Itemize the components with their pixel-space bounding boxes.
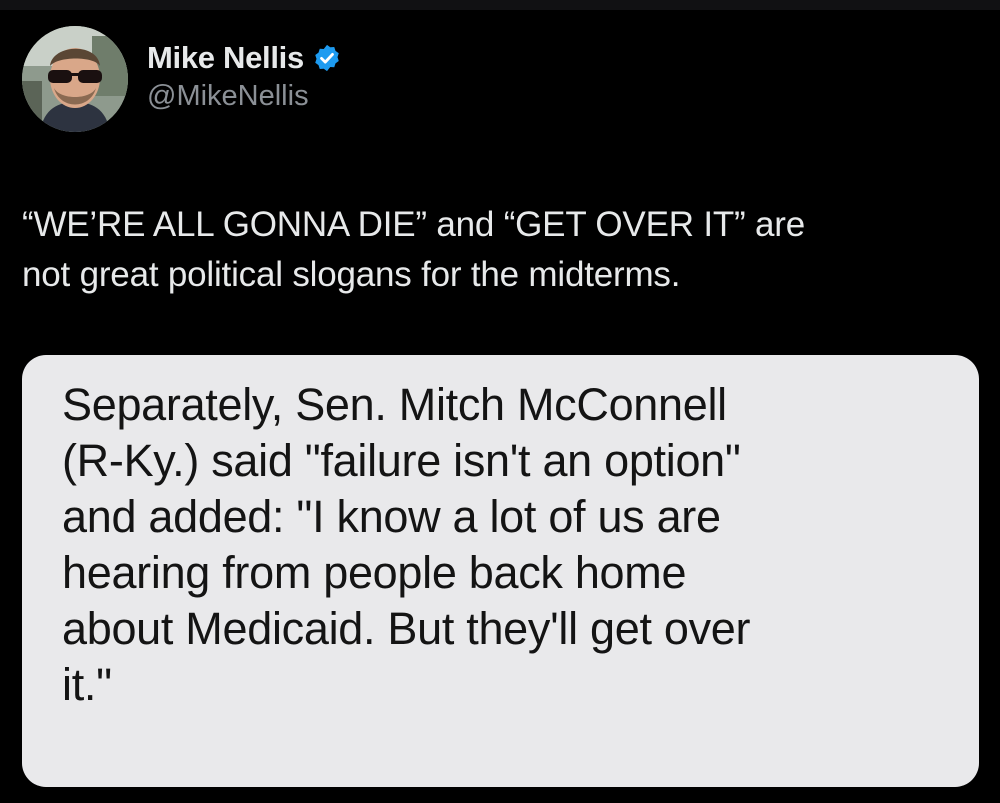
top-edge-strip: [0, 0, 1000, 10]
name-row: Mike Nellis: [147, 40, 342, 76]
attached-image[interactable]: Separately, Sen. Mitch McConnell (R-Ky.)…: [22, 355, 979, 787]
handle[interactable]: @MikeNellis: [147, 80, 342, 113]
quote-text: Separately, Sen. Mitch McConnell (R-Ky.)…: [62, 379, 751, 710]
tweet-text: “WE’RE ALL GONNA DIE” and “GET OVER IT” …: [22, 205, 805, 294]
verified-badge-icon: [312, 43, 342, 73]
avatar[interactable]: [22, 26, 128, 132]
author-block: Mike Nellis @MikeNellis: [147, 40, 342, 113]
display-name[interactable]: Mike Nellis: [147, 40, 304, 76]
tweet[interactable]: Mike Nellis @MikeNellis “WE’RE ALL GONNA…: [0, 10, 1000, 803]
profile-photo-icon: [22, 26, 128, 132]
